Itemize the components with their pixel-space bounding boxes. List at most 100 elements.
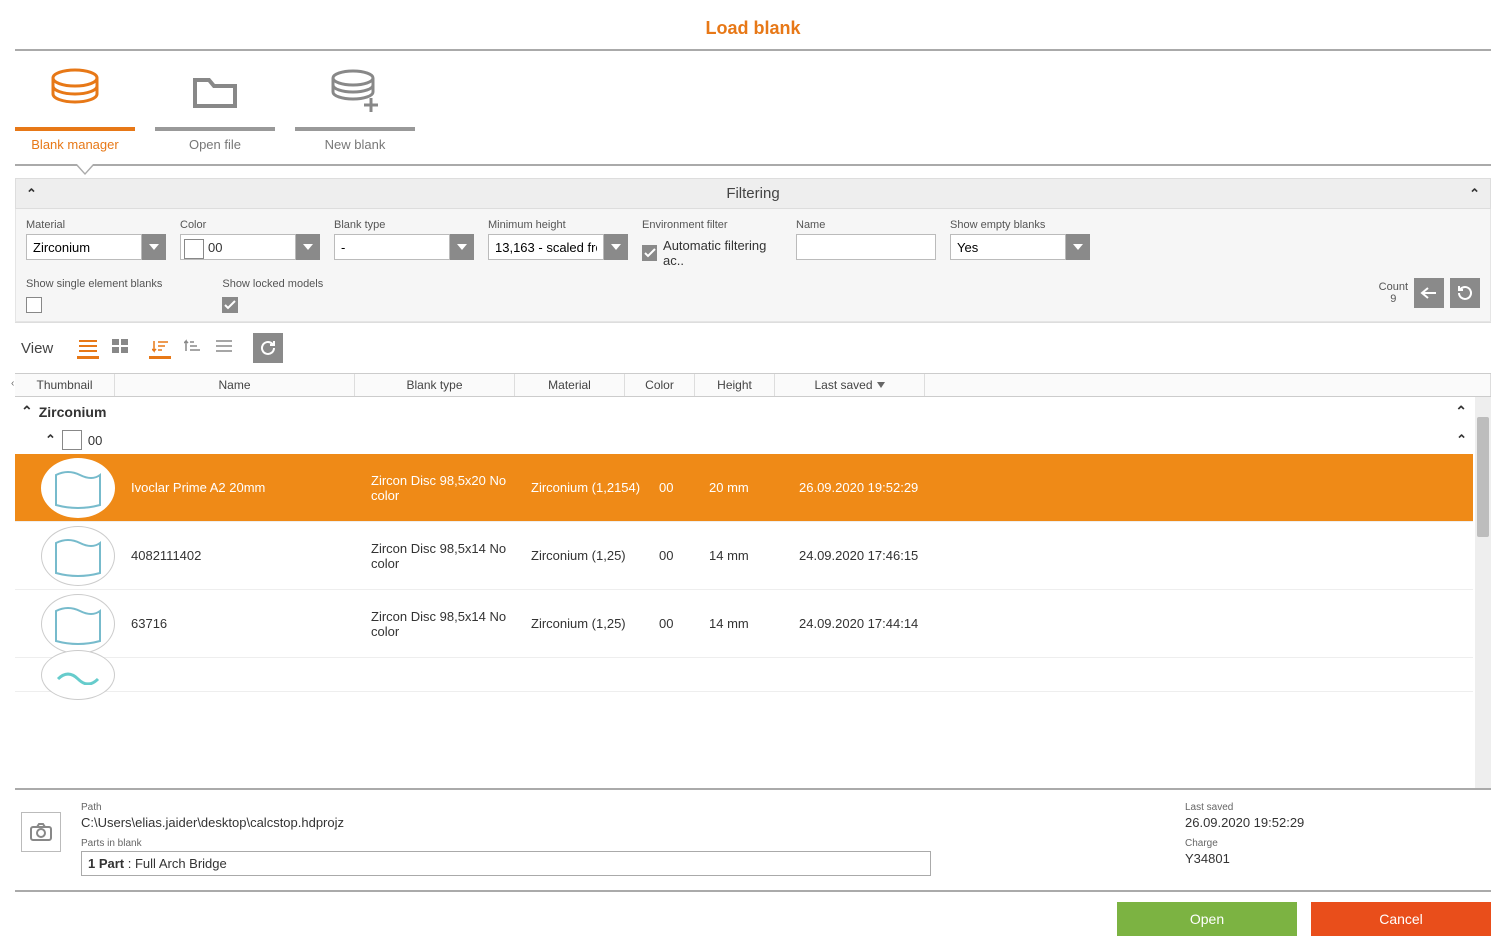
open-button[interactable]: Open bbox=[1117, 902, 1297, 936]
chevron-down-icon[interactable] bbox=[296, 234, 320, 260]
material-select[interactable] bbox=[26, 234, 166, 260]
col-blank-type[interactable]: Blank type bbox=[355, 374, 515, 396]
cell-color: 00 bbox=[659, 548, 709, 563]
cell-blank-type: Zircon Disc 98,5x20 No color bbox=[371, 473, 531, 503]
view-toolbar: View bbox=[15, 322, 1491, 373]
scrollbar-thumb[interactable] bbox=[1477, 417, 1489, 537]
col-spacer bbox=[925, 374, 1491, 396]
color-swatch-icon bbox=[184, 239, 204, 259]
chevron-up-icon bbox=[26, 186, 37, 202]
col-material[interactable]: Material bbox=[515, 374, 625, 396]
back-button[interactable] bbox=[1414, 278, 1444, 308]
col-name[interactable]: Name bbox=[115, 374, 355, 396]
count-display: Count 9 bbox=[1379, 281, 1408, 305]
cell-blank-type: Zircon Disc 98,5x14 No color bbox=[371, 541, 531, 571]
chevron-down-icon[interactable] bbox=[142, 234, 166, 260]
show-single-checkbox[interactable] bbox=[26, 297, 42, 313]
blank-thumbnail-icon bbox=[41, 650, 115, 700]
cancel-button[interactable]: Cancel bbox=[1311, 902, 1491, 936]
camera-button[interactable] bbox=[21, 812, 61, 852]
results-grid: Zirconium 00 Ivoclar Prime A2 20mm Zirco… bbox=[15, 397, 1491, 790]
main-tabs: Blank manager Open file New blank bbox=[15, 51, 1491, 166]
name-filter-label: Name bbox=[796, 219, 936, 231]
stack-discs-plus-icon bbox=[295, 61, 415, 119]
min-height-value[interactable] bbox=[488, 234, 604, 260]
cell-height: 14 mm bbox=[709, 548, 799, 563]
blank-thumbnail-icon bbox=[41, 526, 115, 586]
reset-button[interactable] bbox=[1450, 278, 1480, 308]
active-tab-pointer-icon bbox=[75, 164, 95, 175]
show-empty-label: Show empty blanks bbox=[950, 219, 1090, 231]
blank-thumbnail-icon bbox=[41, 458, 115, 518]
tab-new-blank[interactable]: New blank bbox=[295, 51, 415, 164]
view-list-icon[interactable] bbox=[77, 337, 99, 359]
refresh-button[interactable] bbox=[253, 333, 283, 363]
title-bar: Load blank bbox=[15, 0, 1491, 51]
cell-height: 14 mm bbox=[709, 616, 799, 631]
color-select[interactable]: 00 bbox=[180, 234, 320, 260]
chevron-down-icon[interactable] bbox=[604, 234, 628, 260]
blank-type-select[interactable] bbox=[334, 234, 474, 260]
env-filter-text: Automatic filtering ac.. bbox=[663, 238, 782, 268]
cell-material: Zirconium (1,25) bbox=[531, 616, 659, 631]
min-height-select[interactable] bbox=[488, 234, 628, 260]
sort-desc-icon[interactable] bbox=[181, 337, 203, 359]
collapse-left-icon[interactable]: ‹ bbox=[11, 378, 14, 389]
tab-blank-manager[interactable]: Blank manager bbox=[15, 51, 135, 164]
column-headers: ‹ Thumbnail Name Blank type Material Col… bbox=[15, 373, 1491, 397]
chevron-up-icon bbox=[1456, 432, 1467, 448]
last-saved-label: Last saved bbox=[1185, 802, 1485, 813]
tab-open-file[interactable]: Open file bbox=[155, 51, 275, 164]
material-label: Material bbox=[26, 219, 166, 231]
view-label: View bbox=[21, 340, 53, 357]
list-plain-icon[interactable] bbox=[213, 337, 235, 359]
filter-panel-body: Material Color 00 Blank type bbox=[15, 209, 1491, 322]
table-row[interactable]: Ivoclar Prime A2 20mm Zircon Disc 98,5x2… bbox=[15, 454, 1473, 522]
color-swatch-icon bbox=[62, 430, 82, 450]
filter-panel-header[interactable]: Filtering bbox=[15, 178, 1491, 209]
show-empty-value[interactable] bbox=[950, 234, 1066, 260]
charge-value: Y34801 bbox=[1185, 851, 1485, 866]
table-row[interactable]: 4082111402 Zircon Disc 98,5x14 No color … bbox=[15, 522, 1473, 590]
view-grid-icon[interactable] bbox=[109, 337, 131, 359]
group-name: Zirconium bbox=[39, 404, 107, 420]
blank-type-value[interactable] bbox=[334, 234, 450, 260]
cell-name: 63716 bbox=[131, 616, 371, 631]
chevron-up-icon bbox=[21, 403, 33, 420]
filter-title: Filtering bbox=[37, 185, 1469, 202]
col-thumbnail[interactable]: Thumbnail bbox=[15, 374, 115, 396]
subgroup-header[interactable]: 00 bbox=[15, 426, 1473, 454]
table-row[interactable]: 63716 Zircon Disc 98,5x14 No color Zirco… bbox=[15, 590, 1473, 658]
chevron-down-icon[interactable] bbox=[1066, 234, 1090, 260]
chevron-up-icon bbox=[1455, 403, 1467, 420]
cell-material: Zirconium (1,25) bbox=[531, 548, 659, 563]
path-value: C:\Users\elias.jaider\desktop\calcstop.h… bbox=[81, 815, 1165, 830]
chevron-down-icon[interactable] bbox=[450, 234, 474, 260]
cell-name: Ivoclar Prime A2 20mm bbox=[131, 480, 371, 495]
color-value: 00 bbox=[208, 240, 222, 255]
material-value[interactable] bbox=[26, 234, 142, 260]
col-height[interactable]: Height bbox=[695, 374, 775, 396]
table-row-partial[interactable] bbox=[15, 658, 1473, 692]
show-empty-select[interactable] bbox=[950, 234, 1090, 260]
details-panel: Path C:\Users\elias.jaider\desktop\calcs… bbox=[15, 790, 1491, 892]
name-filter-input[interactable] bbox=[796, 234, 936, 260]
footer-buttons: Open Cancel bbox=[15, 892, 1491, 946]
cell-height: 20 mm bbox=[709, 480, 799, 495]
group-header[interactable]: Zirconium bbox=[15, 397, 1473, 426]
vertical-scrollbar[interactable] bbox=[1475, 397, 1491, 788]
sort-asc-icon[interactable] bbox=[149, 337, 171, 359]
cell-color: 00 bbox=[659, 616, 709, 631]
subgroup-name: 00 bbox=[88, 433, 102, 448]
col-last-saved[interactable]: Last saved bbox=[775, 374, 925, 396]
min-height-label: Minimum height bbox=[488, 219, 628, 231]
tab-label: Blank manager bbox=[15, 137, 135, 158]
last-saved-value: 26.09.2020 19:52:29 bbox=[1185, 815, 1485, 830]
cell-blank-type: Zircon Disc 98,5x14 No color bbox=[371, 609, 531, 639]
charge-label: Charge bbox=[1185, 838, 1485, 849]
show-locked-checkbox[interactable] bbox=[222, 297, 238, 313]
env-filter-label: Environment filter bbox=[642, 219, 782, 231]
tab-label: New blank bbox=[295, 137, 415, 158]
env-filter-checkbox[interactable] bbox=[642, 245, 657, 261]
col-color[interactable]: Color bbox=[625, 374, 695, 396]
